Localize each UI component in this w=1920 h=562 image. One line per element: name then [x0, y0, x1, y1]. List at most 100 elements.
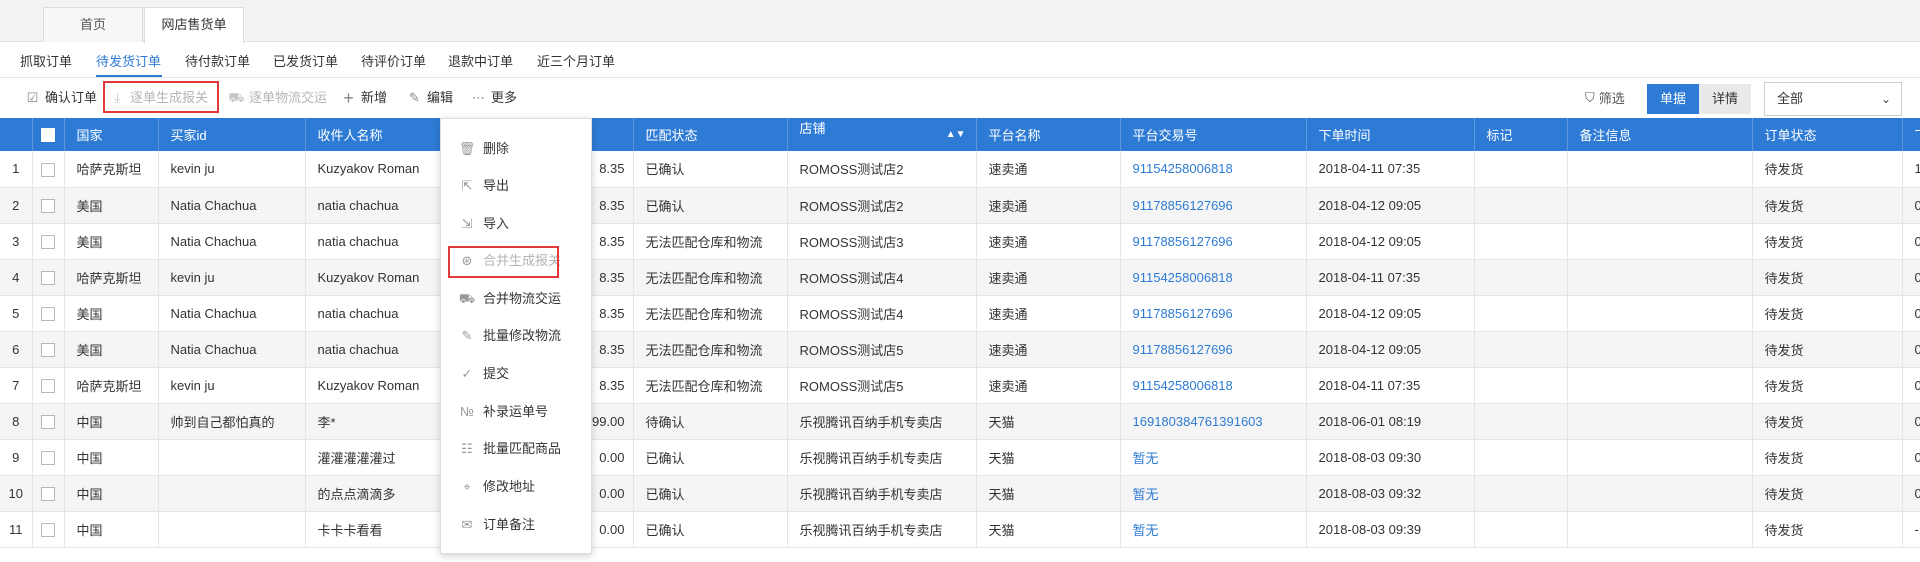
- cell-trade-no[interactable]: 91178856127696: [1120, 295, 1307, 332]
- row-checkbox[interactable]: [32, 223, 65, 260]
- row-checkbox[interactable]: [32, 403, 65, 440]
- cell-trade-no[interactable]: 91154258006818: [1120, 259, 1307, 296]
- row-checkbox[interactable]: [32, 511, 65, 548]
- menu-item-batch-match-products[interactable]: ☷ 批量匹配商品: [459, 438, 561, 460]
- row-checkbox[interactable]: [32, 439, 65, 476]
- cell-match-status: 已确认: [633, 511, 788, 548]
- tab-online-sales-order[interactable]: 网店售货单: [144, 7, 244, 43]
- sub-tab-shipped[interactable]: 已发货订单: [273, 51, 338, 70]
- menu-item-export[interactable]: ⇱ 导出: [459, 175, 509, 197]
- edit-button[interactable]: ✎ 编辑: [407, 87, 453, 109]
- sub-tab-last-3-months[interactable]: 近三个月订单: [537, 51, 615, 70]
- table-row[interactable]: 4 哈萨克斯坦 kevin ju Kuzyakov Roman 8.35 无法匹配仓库和物…: [0, 259, 1920, 296]
- row-select-checkbox[interactable]: [41, 198, 55, 213]
- header-mark[interactable]: 标记: [1474, 118, 1568, 151]
- row-select-checkbox[interactable]: [41, 162, 55, 177]
- more-dots-icon: ⋯: [472, 90, 485, 105]
- view-document-button[interactable]: 单据: [1647, 84, 1699, 114]
- table-row[interactable]: 5 美国 Natia Chachua natia chachua 8.35 无法匹配仓库和…: [0, 295, 1920, 332]
- more-button[interactable]: ⋯ 更多: [471, 87, 517, 109]
- cell-trade-no[interactable]: 暂无: [1120, 511, 1307, 548]
- menu-item-submit[interactable]: ✓ 提交: [459, 363, 509, 385]
- row-checkbox[interactable]: [32, 259, 65, 296]
- row-checkbox[interactable]: [32, 151, 65, 188]
- table-row[interactable]: 2 美国 Natia Chachua natia chachua 8.35 已确认 ROMO…: [0, 187, 1920, 224]
- confirm-order-button[interactable]: ☑ 确认订单: [25, 87, 97, 109]
- menu-item-import[interactable]: ⇲ 导入: [459, 213, 509, 235]
- row-checkbox[interactable]: [32, 331, 65, 368]
- add-button[interactable]: + 新增: [341, 87, 387, 109]
- row-select-checkbox[interactable]: [41, 486, 55, 501]
- cell-trade-no[interactable]: 91178856127696: [1120, 223, 1307, 260]
- row-select-checkbox[interactable]: [41, 270, 55, 285]
- view-detail-button[interactable]: 详情: [1699, 84, 1751, 114]
- cell-mark: [1474, 439, 1568, 476]
- table-row[interactable]: 10 中国 的点点滴滴多 0.00 已确认 乐视腾讯百纳手机专卖店 天猫 暂无 2018-08-…: [0, 475, 1920, 512]
- header-push[interactable]: 下推: [1902, 118, 1920, 151]
- header-platform[interactable]: 平台名称: [976, 118, 1121, 151]
- header-order-status[interactable]: 订单状态: [1752, 118, 1903, 151]
- sub-tab-to-ship[interactable]: 待发货订单: [96, 51, 161, 70]
- table-row[interactable]: 1 哈萨克斯坦 kevin ju Kuzyakov Roman 8.35 已确认 ROMOS…: [0, 151, 1920, 188]
- logistics-dispatch-button[interactable]: ⛟ 逐单物流交运: [228, 87, 328, 109]
- cell-trade-no[interactable]: 91154258006818: [1120, 151, 1307, 188]
- row-checkbox[interactable]: [32, 367, 65, 404]
- cell-trade-no[interactable]: 暂无: [1120, 475, 1307, 512]
- table-row[interactable]: 8 中国 帅到自己都怕真的 李* 299.00 待确认 乐视腾讯百纳手机专卖店 天猫 16918…: [0, 403, 1920, 440]
- row-checkbox[interactable]: [32, 187, 65, 224]
- select-all-checkbox[interactable]: [41, 128, 55, 143]
- menu-item-batch-edit-logistics[interactable]: ✎ 批量修改物流: [459, 325, 561, 347]
- menu-item-edit-address[interactable]: ⌖ 修改地址: [459, 476, 535, 498]
- menu-item-order-note[interactable]: ✉ 订单备注: [459, 514, 535, 536]
- sub-tab-refunding[interactable]: 退款中订单: [448, 51, 513, 70]
- row-index: 5: [0, 295, 33, 332]
- cell-remark: [1567, 151, 1753, 188]
- import-icon: ⇲: [461, 216, 473, 231]
- menu-item-label: 修改地址: [483, 479, 536, 494]
- header-order-time[interactable]: 下单时间: [1306, 118, 1475, 151]
- sub-tab-unpaid[interactable]: 待付款订单: [185, 51, 250, 70]
- tab-home[interactable]: 首页: [43, 7, 143, 42]
- table-row[interactable]: 11 中国 卡卡卡看看 0.00 已确认 乐视腾讯百纳手机专卖店 天猫 暂无 2018-08-0…: [0, 511, 1920, 548]
- filter-button[interactable]: ⛉ 筛选: [1585, 88, 1625, 107]
- cell-shop: ROMOSS测试店3: [787, 223, 977, 260]
- menu-item-add-tracking-no[interactable]: № 补录运单号: [459, 401, 548, 423]
- row-checkbox[interactable]: [32, 295, 65, 332]
- cell-trade-no[interactable]: 91154258006818: [1120, 367, 1307, 404]
- table-row[interactable]: 9 中国 灌灌灌灌灌过 0.00 已确认 乐视腾讯百纳手机专卖店 天猫 暂无 2018-08-0…: [0, 439, 1920, 476]
- cell-trade-no[interactable]: 91178856127696: [1120, 187, 1307, 224]
- menu-item-merge-logistics[interactable]: ⛟ 合并物流交运: [459, 288, 561, 310]
- sub-tab-to-review[interactable]: 待评价订单: [361, 51, 426, 70]
- table-row[interactable]: 7 哈萨克斯坦 kevin ju Kuzyakov Roman 8.35 无法匹配仓库和物…: [0, 367, 1920, 404]
- row-select-checkbox[interactable]: [41, 378, 55, 393]
- sort-icon[interactable]: ▲▼: [946, 118, 966, 151]
- row-select-checkbox[interactable]: [41, 414, 55, 429]
- row-select-checkbox[interactable]: [41, 306, 55, 321]
- cell-buyer-id: kevin ju: [158, 367, 306, 404]
- sub-tab-fetch-orders[interactable]: 抓取订单: [20, 51, 72, 70]
- cell-match-status: 已确认: [633, 475, 788, 512]
- header-select-all[interactable]: [32, 118, 65, 151]
- cell-trade-no[interactable]: 169180384761391603: [1120, 403, 1307, 440]
- header-match-status[interactable]: 匹配状态: [633, 118, 788, 151]
- list-check-icon: ☷: [461, 441, 473, 456]
- header-shop[interactable]: 店铺 ▲▼: [787, 118, 977, 151]
- header-trade-no[interactable]: 平台交易号: [1120, 118, 1307, 151]
- row-select-checkbox[interactable]: [41, 342, 55, 357]
- header-recipient[interactable]: 收件人名称: [305, 118, 454, 151]
- cell-match-status: 无法匹配仓库和物流: [633, 295, 788, 332]
- header-buyer-id[interactable]: 买家id: [158, 118, 306, 151]
- row-checkbox[interactable]: [32, 475, 65, 512]
- cell-trade-no[interactable]: 91178856127696: [1120, 331, 1307, 368]
- row-select-checkbox[interactable]: [41, 450, 55, 465]
- row-select-checkbox[interactable]: [41, 522, 55, 537]
- status-select[interactable]: 全部 ⌄: [1764, 82, 1902, 116]
- cell-trade-no[interactable]: 暂无: [1120, 439, 1307, 476]
- header-remark[interactable]: 备注信息: [1567, 118, 1753, 151]
- logistics-dispatch-label: 逐单物流交运: [249, 90, 328, 105]
- table-row[interactable]: 3 美国 Natia Chachua natia chachua 8.35 无法匹配仓库和…: [0, 223, 1920, 260]
- row-select-checkbox[interactable]: [41, 234, 55, 249]
- menu-item-delete[interactable]: 🗑 删除: [459, 138, 509, 160]
- header-country[interactable]: 国家: [64, 118, 159, 151]
- table-row[interactable]: 6 美国 Natia Chachua natia chachua 8.35 无法匹配仓库和…: [0, 331, 1920, 368]
